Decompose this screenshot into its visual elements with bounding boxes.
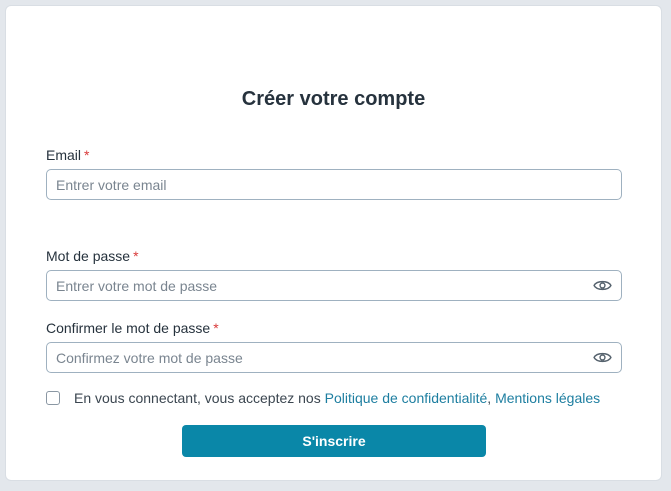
confirm-password-label-text: Confirmer le mot de passe <box>46 320 211 336</box>
terms-separator: , <box>487 390 492 406</box>
password-label-text: Mot de passe <box>46 248 131 264</box>
privacy-policy-link[interactable]: Politique de confidentialité <box>325 390 488 406</box>
legal-notice-link[interactable]: Mentions légales <box>495 390 600 406</box>
terms-checkbox[interactable] <box>46 391 60 405</box>
page-title: Créer votre compte <box>241 88 426 110</box>
email-field-wrapper <box>46 169 622 200</box>
required-marker: * <box>213 320 219 336</box>
required-marker: * <box>84 147 90 163</box>
password-field[interactable] <box>47 271 621 300</box>
password-field-wrapper <box>46 270 622 301</box>
terms-row: En vous connectant, vous acceptez nos Po… <box>46 389 600 407</box>
password-label: Mot de passe * <box>46 248 139 264</box>
confirm-password-field[interactable] <box>47 343 621 372</box>
eye-icon[interactable] <box>593 278 612 293</box>
signup-card: Créer votre compte Email* Mot de passe* … <box>5 5 662 481</box>
confirm-password-label: Confirmer le mot de passe * <box>46 320 219 336</box>
email-label: Email * <box>46 147 89 163</box>
terms-text: En vous connectant, vous acceptez nos <box>74 390 321 406</box>
signup-button[interactable]: S'inscrire <box>182 425 486 457</box>
eye-icon[interactable] <box>593 350 612 365</box>
required-marker: * <box>133 248 139 264</box>
confirm-password-field-wrapper <box>46 342 622 373</box>
email-label-text: Email <box>46 147 82 163</box>
email-field[interactable] <box>47 170 621 199</box>
